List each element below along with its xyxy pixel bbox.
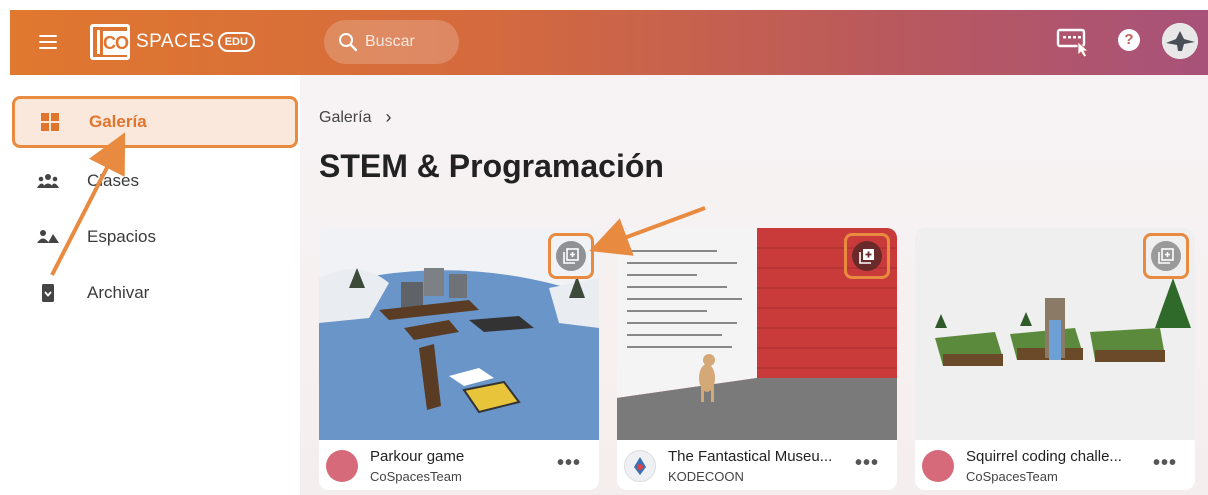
logo-mark: CO: [90, 24, 130, 60]
card-author[interactable]: CoSpacesTeam: [966, 469, 1058, 484]
space-card[interactable]: Parkour game CoSpacesTeam •••: [319, 228, 599, 490]
remix-button[interactable]: [844, 233, 890, 279]
search-input[interactable]: [365, 33, 445, 51]
breadcrumb[interactable]: Galería ›: [319, 107, 391, 128]
sidebar-item-clases[interactable]: Clases: [10, 157, 300, 205]
card-title[interactable]: Squirrel coding challe...: [966, 448, 1122, 465]
help-icon[interactable]: ?: [1118, 29, 1140, 51]
space-card[interactable]: The Fantastical Museu... KODECOON •••: [617, 228, 897, 490]
sidebar-item-archivar[interactable]: Archivar: [10, 269, 300, 317]
logo-text: SPACES: [136, 31, 215, 52]
sidebar-item-galeria[interactable]: Galería: [12, 96, 298, 148]
sidebar-item-label: Clases: [87, 171, 139, 190]
card-author[interactable]: KODECOON: [668, 469, 744, 484]
breadcrumb-label: Galería: [319, 108, 372, 126]
author-avatar: [922, 450, 954, 482]
logo-edu-badge: EDU: [217, 32, 255, 52]
more-options-icon[interactable]: •••: [855, 452, 879, 475]
card-meta: The Fantastical Museu... KODECOON •••: [617, 440, 897, 490]
card-author[interactable]: CoSpacesTeam: [370, 469, 462, 484]
sidebar: Galería Clases Espacios Archivar: [10, 75, 300, 495]
sidebar-item-label: Espacios: [87, 227, 156, 246]
remix-button[interactable]: [548, 233, 594, 279]
keyboard-pointer-icon[interactable]: [1056, 26, 1092, 58]
sidebar-item-espacios[interactable]: Espacios: [10, 213, 300, 261]
card-title[interactable]: Parkour game: [370, 448, 464, 465]
remix-button[interactable]: [1143, 233, 1189, 279]
card-title[interactable]: The Fantastical Museu...: [668, 448, 832, 465]
card-meta: Parkour game CoSpacesTeam •••: [319, 440, 599, 490]
search-box[interactable]: [324, 20, 459, 64]
top-bar: CO SPACES EDU ?: [10, 10, 1208, 75]
copy-plus-icon: [1151, 241, 1181, 271]
sidebar-item-label: Archivar: [87, 283, 150, 302]
menu-icon[interactable]: [39, 35, 57, 49]
chevron-right-icon: ›: [385, 107, 392, 127]
copy-plus-icon: [852, 241, 882, 271]
more-options-icon[interactable]: •••: [557, 452, 581, 475]
cospaces-logo[interactable]: CO SPACES EDU: [90, 24, 255, 60]
page-title: STEM & Programación: [319, 148, 664, 184]
more-options-icon[interactable]: •••: [1153, 452, 1177, 475]
author-avatar: [326, 450, 358, 482]
avatar[interactable]: [1162, 23, 1198, 59]
copy-plus-icon: [556, 241, 586, 271]
spaces-icon: [37, 230, 59, 243]
search-icon: [339, 33, 358, 52]
gallery-grid-icon: [41, 113, 59, 131]
space-card[interactable]: Squirrel coding challe... CoSpacesTeam •…: [915, 228, 1195, 490]
archive-icon: [42, 284, 54, 302]
people-icon: [37, 174, 59, 188]
author-avatar: [624, 450, 656, 482]
sidebar-item-label: Galería: [89, 112, 147, 131]
card-meta: Squirrel coding challe... CoSpacesTeam •…: [915, 440, 1195, 490]
main-content: Galería › STEM & Programación Parkour ga…: [300, 75, 1208, 495]
